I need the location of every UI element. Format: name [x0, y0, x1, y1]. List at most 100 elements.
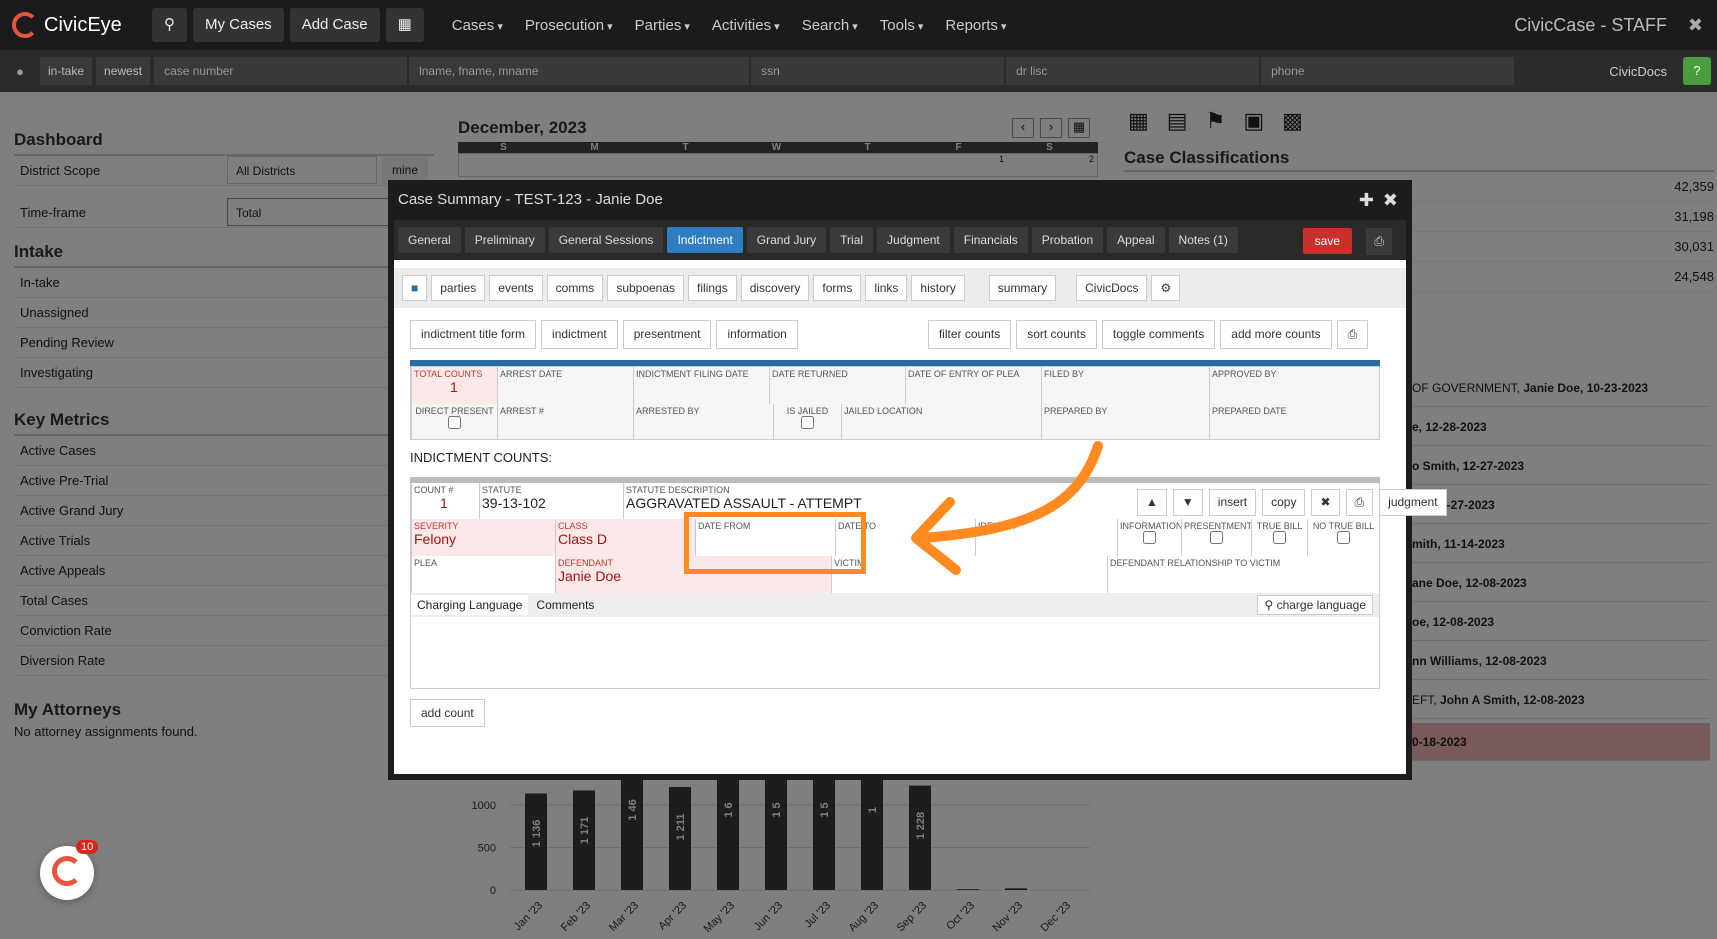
- dr-lisc-input[interactable]: dr lisc: [1006, 57, 1260, 85]
- filing-date-field[interactable]: INDICTMENT FILING DATE: [633, 367, 769, 404]
- tab-general[interactable]: General: [398, 227, 461, 253]
- copy-button[interactable]: copy: [1262, 489, 1306, 516]
- close-icon[interactable]: ✖: [1688, 15, 1703, 36]
- staff-menu[interactable]: CivicCase - STAFF: [1514, 15, 1667, 36]
- modal-tabs: General Preliminary General Sessions Ind…: [394, 220, 1406, 260]
- help-icon[interactable]: ?: [1683, 57, 1711, 85]
- print-icon[interactable]: ⎙: [1345, 489, 1374, 516]
- add-more-counts-button[interactable]: add more counts: [1220, 320, 1332, 349]
- date-returned-field[interactable]: DATE RETURNED: [769, 367, 905, 404]
- menu-parties[interactable]: Parties: [635, 17, 690, 34]
- move-up-icon[interactable]: ▲: [1137, 489, 1167, 516]
- subtab-links[interactable]: links: [865, 275, 908, 301]
- comments-tab[interactable]: Comments: [528, 595, 602, 615]
- count-number-field[interactable]: COUNT #1: [411, 483, 479, 519]
- tab-preliminary[interactable]: Preliminary: [464, 227, 545, 253]
- arrest-date-field[interactable]: ARREST DATE: [497, 367, 633, 404]
- severity-field[interactable]: SEVERITY Felony: [411, 519, 555, 556]
- subtab-comms[interactable]: comms: [546, 275, 604, 301]
- menu-tools[interactable]: Tools: [880, 17, 924, 34]
- statute-field[interactable]: STATUTE 39-13-102: [479, 483, 623, 519]
- presentment-button[interactable]: presentment: [622, 320, 712, 349]
- judgment-button[interactable]: judgment: [1379, 489, 1447, 516]
- brand[interactable]: CivicEye: [12, 12, 152, 38]
- calculator-icon[interactable]: ▦: [385, 8, 424, 42]
- summary-button[interactable]: summary: [988, 275, 1057, 301]
- tab-trial[interactable]: Trial: [830, 227, 874, 253]
- prepared-by-field[interactable]: PREPARED BY: [1041, 404, 1209, 440]
- ssn-input[interactable]: ssn: [751, 57, 1005, 85]
- delete-icon[interactable]: ✖: [1311, 489, 1340, 516]
- prepared-date-field[interactable]: PREPARED DATE: [1209, 404, 1379, 440]
- add-count-button[interactable]: add count: [410, 699, 485, 727]
- search-icon: ⚲: [1264, 598, 1274, 612]
- menu-activities[interactable]: Activities: [712, 17, 780, 34]
- is-jailed-checkbox[interactable]: [801, 416, 814, 429]
- search-icon[interactable]: ⚲: [152, 8, 187, 42]
- civicdocs-button[interactable]: CivicDocs: [1076, 275, 1148, 301]
- intake-button[interactable]: in-take: [40, 57, 93, 85]
- name-input[interactable]: lname, fname, mname: [409, 57, 750, 85]
- toggle-comments-button[interactable]: toggle comments: [1101, 320, 1216, 349]
- print-icon[interactable]: ⎙: [1366, 228, 1392, 255]
- folder-icon[interactable]: ■: [402, 275, 428, 301]
- menu-prosecution[interactable]: Prosecution: [525, 17, 613, 34]
- indictment-title-form-button[interactable]: indictment title form: [410, 320, 537, 349]
- filter-counts-button[interactable]: filter counts: [927, 320, 1012, 349]
- direct-present-checkbox[interactable]: [448, 416, 461, 429]
- subtab-discovery[interactable]: discovery: [740, 275, 810, 301]
- expand-icon[interactable]: ✚: [1359, 180, 1374, 220]
- information-button[interactable]: information: [716, 320, 798, 349]
- menu-search[interactable]: Search: [802, 17, 858, 34]
- subtab-forms[interactable]: forms: [813, 275, 862, 301]
- phone-input[interactable]: phone: [1261, 57, 1515, 85]
- menu-reports[interactable]: Reports: [945, 17, 1006, 34]
- class-field[interactable]: CLASS Class D: [555, 519, 695, 556]
- filed-by-field[interactable]: FILED BY: [1041, 367, 1209, 404]
- case-number-input[interactable]: case number: [154, 57, 408, 85]
- plea-field[interactable]: PLEA: [411, 556, 555, 593]
- add-case-button[interactable]: Add Case: [289, 8, 380, 42]
- true-bill-checkbox[interactable]: [1273, 531, 1286, 544]
- jailed-location-field[interactable]: JAILED LOCATION: [841, 404, 1041, 440]
- charge-language-button[interactable]: ⚲ charge language: [1257, 595, 1373, 615]
- move-down-icon[interactable]: ▼: [1172, 489, 1203, 516]
- tab-probation[interactable]: Probation: [1031, 227, 1104, 253]
- charging-language-tab[interactable]: Charging Language: [411, 595, 529, 615]
- insert-button[interactable]: insert: [1208, 489, 1257, 516]
- save-button[interactable]: save: [1302, 228, 1352, 254]
- indictment-button[interactable]: indictment: [541, 320, 618, 349]
- gear-icon[interactable]: ⚙: [1151, 275, 1181, 301]
- arrested-by-field[interactable]: ARRESTED BY: [633, 404, 773, 440]
- no-true-bill-checkbox[interactable]: [1337, 531, 1350, 544]
- sort-counts-button[interactable]: sort counts: [1016, 320, 1097, 349]
- plea-date-field[interactable]: DATE OF ENTRY OF PLEA: [905, 367, 1041, 404]
- newest-button[interactable]: newest: [96, 57, 151, 85]
- subtab-history[interactable]: history: [911, 275, 965, 301]
- presentment-checkbox[interactable]: [1210, 531, 1223, 544]
- menu-cases[interactable]: Cases: [452, 17, 503, 34]
- subtab-parties[interactable]: parties: [431, 275, 486, 301]
- information-checkbox[interactable]: [1143, 531, 1156, 544]
- close-icon[interactable]: ✖: [1383, 180, 1398, 220]
- tab-indictment[interactable]: Indictment: [667, 227, 743, 253]
- civicdocs-menu[interactable]: CivicDocs: [1609, 64, 1667, 79]
- tab-judgment[interactable]: Judgment: [877, 227, 950, 253]
- direct-present-field: DIRECT PRESENT: [411, 404, 497, 440]
- approved-by-field[interactable]: APPROVED BY: [1209, 367, 1379, 404]
- my-cases-button[interactable]: My Cases: [193, 8, 284, 42]
- tab-appeal[interactable]: Appeal: [1107, 227, 1165, 253]
- arrest-number-field[interactable]: ARREST #: [497, 404, 633, 440]
- chat-launcher[interactable]: 10: [40, 840, 99, 900]
- relationship-field[interactable]: DEFENDANT RELATIONSHIP TO VICTIM: [1107, 556, 1379, 593]
- subtab-subpoenas[interactable]: subpoenas: [607, 275, 685, 301]
- civiceye-logo-icon: [52, 856, 82, 886]
- subtab-filings[interactable]: filings: [688, 275, 737, 301]
- total-counts-field[interactable]: TOTAL COUNTS 1: [411, 367, 497, 404]
- tab-grand-jury[interactable]: Grand Jury: [746, 227, 827, 253]
- subtab-events[interactable]: events: [489, 275, 543, 301]
- tab-general-sessions[interactable]: General Sessions: [548, 227, 664, 253]
- tab-financials[interactable]: Financials: [953, 227, 1028, 253]
- print-icon[interactable]: ⎙: [1336, 320, 1369, 349]
- tab-notes[interactable]: Notes (1): [1168, 227, 1238, 253]
